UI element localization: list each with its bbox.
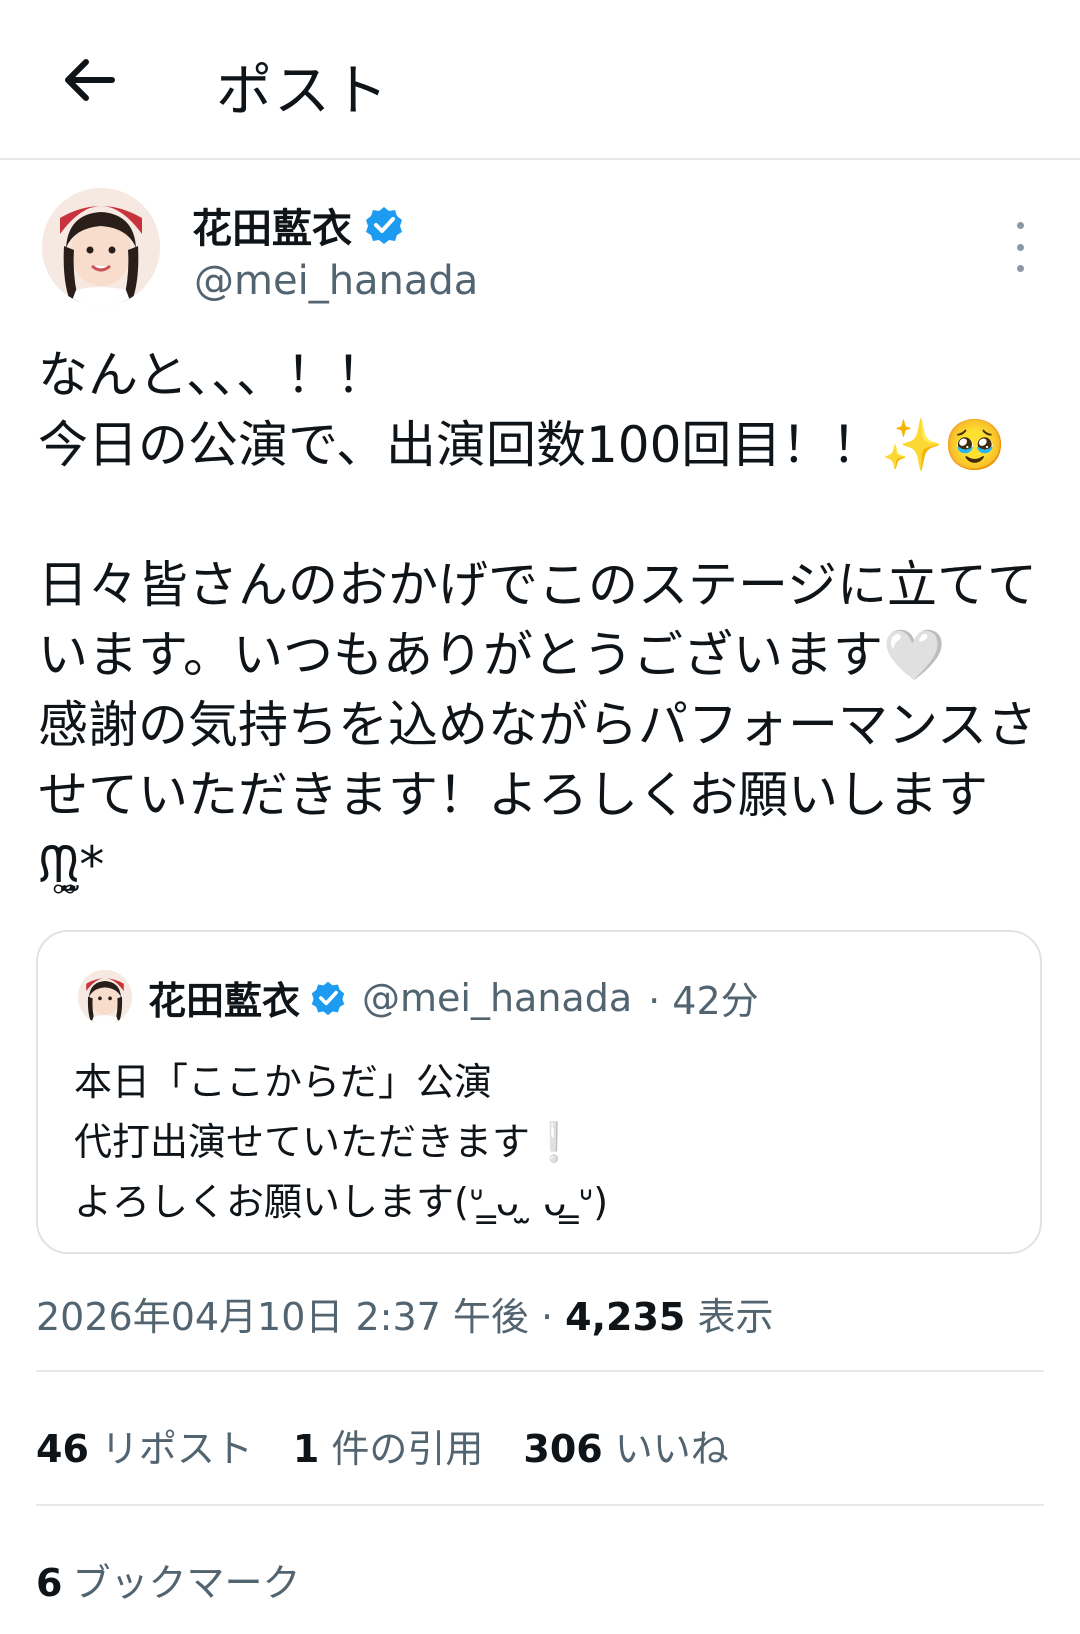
more-dot-icon	[1016, 222, 1024, 229]
more-dot-icon	[1016, 243, 1024, 251]
views-label: 表示	[697, 1295, 774, 1339]
quote-display-name: 花田藍衣	[148, 979, 301, 1023]
quotes-count: 1	[292, 1427, 320, 1471]
quote-text: 本日「ここからだ」公演 代打出演せていただきます❕ よろしくお願いします(ᐡ ̳…	[74, 1060, 609, 1224]
top-bar: ポスト	[0, 0, 1080, 160]
quote-avatar[interactable]	[78, 970, 132, 1024]
likes-stat[interactable]: 306 いいね	[523, 1418, 728, 1473]
tweet-datetime[interactable]: 2026年04月10日 2:37 午後 ·	[36, 1295, 553, 1339]
author-display-name[interactable]: 花田藍衣	[192, 196, 352, 254]
tweet-meta: 2026年04月10日 2:37 午後 · 4,235 表示	[36, 1286, 773, 1341]
quote-header: 花田藍衣 @mei_hanada · 42分	[148, 970, 759, 1025]
verified-badge-icon[interactable]	[364, 205, 404, 245]
views-count: 4,235	[565, 1295, 686, 1339]
reposts-stat[interactable]: 46 リポスト	[36, 1418, 253, 1473]
author-name-line[interactable]: 花田藍衣	[192, 196, 404, 254]
arrow-left-icon	[65, 59, 115, 101]
author-handle[interactable]: @mei_hanada	[194, 258, 478, 304]
divider	[36, 1504, 1044, 1506]
quoted-tweet-card[interactable]: 花田藍衣 @mei_hanada · 42分 本日「ここからだ」公演 代打出演せ…	[36, 930, 1042, 1254]
more-options-button[interactable]	[1000, 222, 1040, 272]
avatar[interactable]	[42, 188, 160, 306]
reposts-label: リポスト	[100, 1427, 253, 1471]
quotes-label: 件の引用	[331, 1427, 484, 1471]
reposts-count: 46	[36, 1427, 89, 1471]
bookmarks-label: ブックマーク	[72, 1561, 301, 1605]
bookmarks-stat[interactable]: 6 ブックマーク	[36, 1552, 300, 1607]
more-dot-icon	[1016, 265, 1024, 272]
divider	[36, 1370, 1044, 1372]
page-title: ポスト	[216, 59, 390, 124]
quote-handle: @mei_hanada	[362, 975, 633, 1020]
quote-time: · 42分	[648, 979, 759, 1023]
verified-badge-icon	[310, 980, 346, 1016]
likes-count: 306	[523, 1427, 603, 1471]
quotes-stat[interactable]: 1 件の引用	[293, 1418, 483, 1473]
engagement-stats: 46 リポスト 1 件の引用 306 いいね	[36, 1418, 729, 1473]
bookmarks-count: 6	[36, 1561, 63, 1605]
likes-label: いいね	[614, 1427, 729, 1471]
back-button[interactable]	[52, 48, 124, 112]
tweet-text: なんと、、、！！ 今日の公演で、出演回数100回目！！✨🥹 日々皆さんのおかげで…	[38, 346, 1037, 894]
